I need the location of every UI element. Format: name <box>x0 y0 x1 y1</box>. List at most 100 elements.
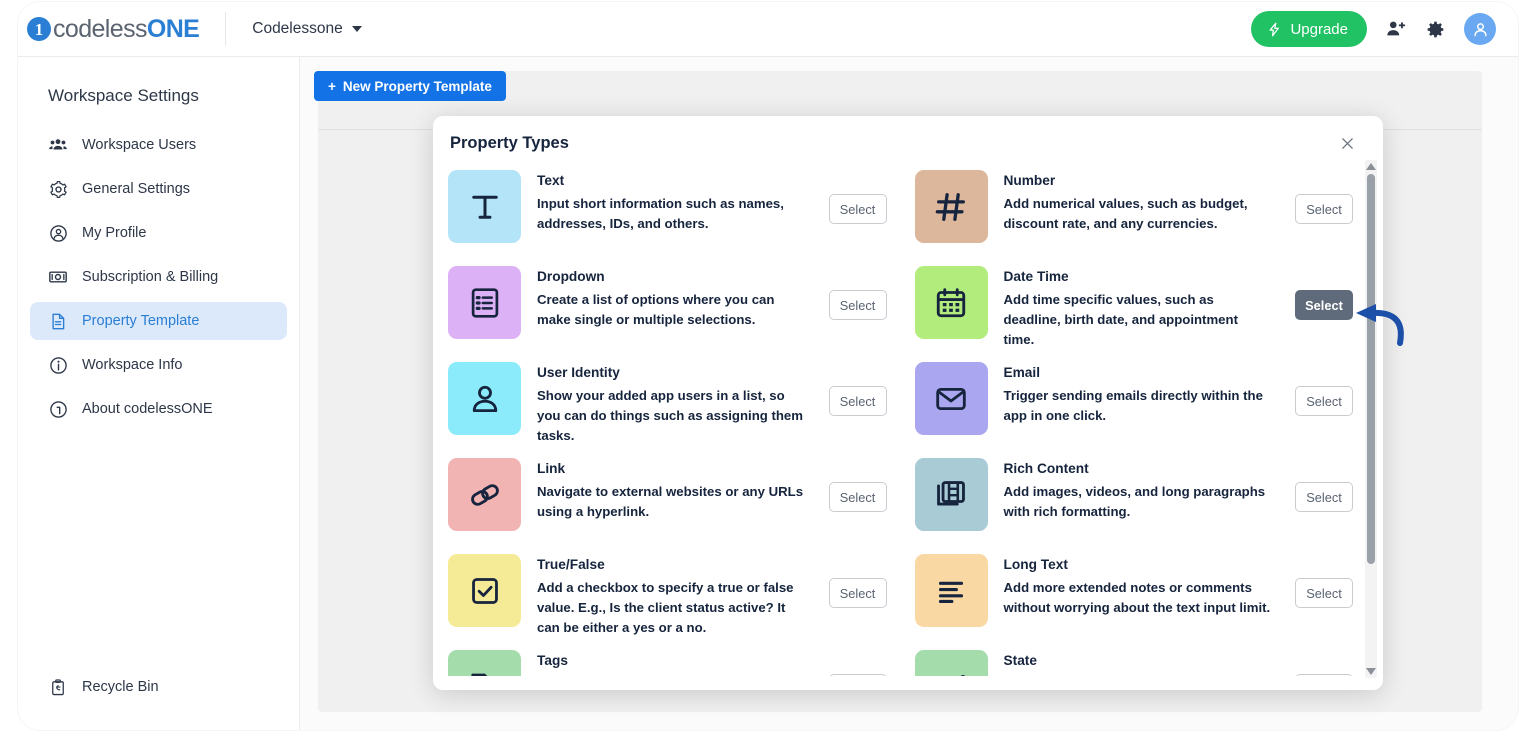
property-type-card[interactable]: Number Add numerical values, such as bud… <box>914 160 1353 256</box>
property-type-info: User Identity Show your added app users … <box>537 362 805 446</box>
property-type-name: Dropdown <box>537 269 605 284</box>
property-type-card[interactable]: Long Text Add more extended notes or com… <box>914 544 1353 640</box>
modal-title: Property Types <box>450 134 569 152</box>
property-type-info: Long Text Add more extended notes or com… <box>1004 554 1272 618</box>
sidebar-item-label: General Settings <box>82 181 191 197</box>
avatar[interactable] <box>1464 13 1496 45</box>
select-button[interactable]: Select <box>1295 674 1353 676</box>
sidebar-item-recycle-bin[interactable]: Recycle Bin <box>30 668 287 706</box>
property-type-info: Tags <box>537 650 805 674</box>
sidebar-item-workspace-users[interactable]: Workspace Users <box>30 126 287 164</box>
select-button[interactable]: Select <box>1295 482 1353 512</box>
app-root: 1 codelessONE Codelessone Upgrade Worksp… <box>0 0 1536 742</box>
property-type-card[interactable]: True/False Add a checkbox to specify a t… <box>448 544 887 640</box>
hash-icon <box>914 170 988 243</box>
property-type-description: Trigger sending emails directly within t… <box>1003 388 1263 424</box>
gear-icon <box>1427 21 1444 37</box>
select-button[interactable]: Select <box>828 578 887 608</box>
select-button[interactable]: Select <box>828 290 887 320</box>
scrollbar-thumb[interactable] <box>1367 174 1375 564</box>
tag-icon <box>448 650 521 676</box>
property-type-description: Add numerical values, such as budget, di… <box>1003 196 1248 232</box>
select-button[interactable]: Select <box>1295 290 1353 320</box>
property-type-card[interactable]: Link Navigate to external websites or an… <box>448 448 887 544</box>
add-user-button[interactable] <box>1385 18 1407 40</box>
state-arrow-icon <box>914 650 988 676</box>
property-type-card[interactable]: Text Input short information such as nam… <box>448 160 887 256</box>
property-type-info: Rich Content Add images, videos, and lon… <box>1004 458 1272 522</box>
property-type-card[interactable]: Date Time Add time specific values, such… <box>914 256 1353 352</box>
select-button[interactable]: Select <box>1295 386 1353 416</box>
plus-icon: + <box>328 78 336 94</box>
property-type-description: Show your added app users in a list, so … <box>537 388 803 444</box>
property-type-info: Number Add numerical values, such as bud… <box>1004 170 1272 234</box>
property-type-name: True/False <box>537 557 605 572</box>
property-type-name: User Identity <box>537 365 620 380</box>
top-header: 1 codelessONE Codelessone Upgrade <box>18 2 1518 57</box>
property-type-card[interactable]: Dropdown Create a list of options where … <box>448 256 887 352</box>
sidebar-item-label: My Profile <box>82 225 147 241</box>
logo-circle-icon <box>48 399 68 419</box>
close-button[interactable] <box>1336 134 1359 157</box>
property-type-info: Email Trigger sending emails directly wi… <box>1004 362 1272 426</box>
sidebar-item-subscription-billing[interactable]: Subscription & Billing <box>30 258 287 296</box>
chain-link-icon <box>448 458 521 531</box>
upgrade-button[interactable]: Upgrade <box>1251 11 1367 47</box>
select-button[interactable]: Select <box>828 194 887 224</box>
modal-scrollbar[interactable] <box>1365 160 1377 678</box>
property-type-name: Link <box>537 461 566 476</box>
property-type-card[interactable]: Rich Content Add images, videos, and lon… <box>914 448 1353 544</box>
lightning-bolt-icon <box>1269 22 1280 36</box>
sidebar: Workspace Settings Workspace Users Gener… <box>18 57 300 730</box>
text-t-icon <box>448 170 521 243</box>
property-type-info: True/False Add a checkbox to specify a t… <box>537 554 805 638</box>
property-type-card[interactable]: Tags Select <box>448 640 887 676</box>
property-type-description: Add images, videos, and long paragraphs … <box>1003 484 1266 520</box>
sidebar-item-property-template[interactable]: Property Template <box>30 302 287 340</box>
calendar-icon <box>914 266 988 339</box>
property-type-info: Dropdown Create a list of options where … <box>537 266 805 330</box>
sidebar-item-about-codelessone[interactable]: About codelessONE <box>30 390 287 428</box>
property-type-card[interactable]: Email Trigger sending emails directly wi… <box>914 352 1353 448</box>
close-icon <box>1342 138 1353 149</box>
property-type-description: Add time specific values, such as deadli… <box>1003 292 1238 348</box>
logo-text: codelessONE <box>53 14 200 44</box>
property-types-modal: Property Types Text Input short informat… <box>433 116 1383 690</box>
property-type-card[interactable]: User Identity Show your added app users … <box>448 352 887 448</box>
select-button[interactable]: Select <box>828 482 887 512</box>
scroll-down-arrow-icon[interactable] <box>1366 668 1376 675</box>
property-type-info: State <box>1004 650 1272 674</box>
sidebar-item-label: Workspace Info <box>82 357 183 373</box>
sidebar-item-label: Subscription & Billing <box>82 269 219 285</box>
property-type-name: State <box>1003 653 1037 668</box>
property-type-description: Add a checkbox to specify a true or fals… <box>537 580 794 636</box>
logo-text-codeless: codeless <box>53 14 147 43</box>
envelope-icon <box>914 362 988 435</box>
checklist-icon <box>448 266 521 339</box>
sidebar-item-label: Recycle Bin <box>82 679 159 695</box>
upgrade-label: Upgrade <box>1290 20 1348 38</box>
recycle-bin-icon <box>48 677 68 697</box>
property-type-card[interactable]: State Select <box>914 640 1353 676</box>
sidebar-item-general-settings[interactable]: General Settings <box>30 170 287 208</box>
chevron-down-icon <box>351 26 362 32</box>
brand-logo[interactable]: 1 codelessONE <box>27 14 200 44</box>
sidebar-item-workspace-info[interactable]: Workspace Info <box>30 346 287 384</box>
sidebar-item-my-profile[interactable]: My Profile <box>30 214 287 252</box>
banknote-icon <box>48 267 68 287</box>
users-icon <box>48 135 68 155</box>
info-circle-icon <box>48 355 68 375</box>
property-type-name: Tags <box>537 653 568 668</box>
property-types-list[interactable]: Text Input short information such as nam… <box>433 156 1383 676</box>
new-property-template-button[interactable]: + New Property Template <box>314 71 506 101</box>
select-button[interactable]: Select <box>828 674 887 676</box>
select-button[interactable]: Select <box>1295 578 1353 608</box>
select-button[interactable]: Select <box>1295 194 1353 224</box>
settings-button[interactable] <box>1425 19 1446 40</box>
lines-icon <box>914 554 988 627</box>
property-type-info: Date Time Add time specific values, such… <box>1004 266 1272 350</box>
workspace-selector[interactable]: Codelessone <box>252 20 362 38</box>
scroll-up-arrow-icon[interactable] <box>1366 163 1376 170</box>
property-type-name: Number <box>1003 173 1056 188</box>
select-button[interactable]: Select <box>828 386 887 416</box>
